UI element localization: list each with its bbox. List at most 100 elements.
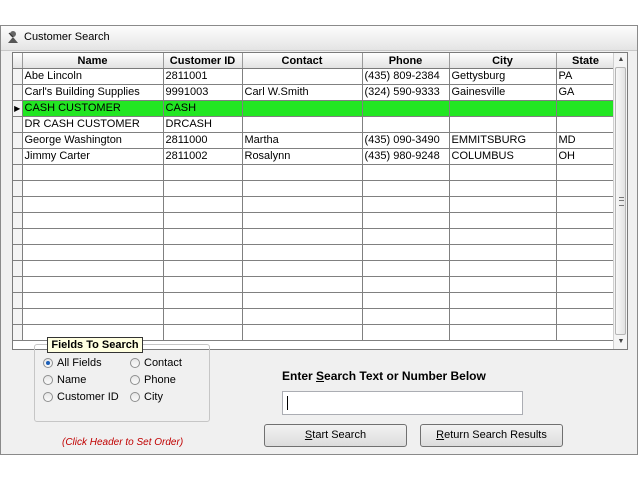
scroll-up-arrow-icon[interactable]: ▲ — [614, 53, 627, 67]
cell-city[interactable] — [449, 116, 557, 133]
cell-contact[interactable] — [242, 180, 363, 197]
cell-name[interactable] — [22, 212, 164, 229]
cell-phone[interactable] — [362, 180, 450, 197]
cell-phone[interactable] — [362, 260, 450, 277]
search-input[interactable] — [282, 391, 523, 415]
cell-name[interactable] — [22, 260, 164, 277]
radio-customer-id[interactable]: Customer ID — [43, 390, 119, 404]
cell-customer-id[interactable] — [163, 196, 243, 213]
cell-customer-id[interactable] — [163, 292, 243, 309]
current-row-indicator-icon[interactable]: ▶ — [13, 100, 23, 117]
scroll-down-arrow-icon[interactable]: ▼ — [614, 335, 627, 349]
cell-city[interactable] — [449, 308, 557, 325]
table-row[interactable]: ▶ CASH CUSTOMER CASH — [13, 100, 616, 117]
radio-all-fields[interactable]: All Fields — [43, 356, 102, 370]
table-row[interactable]: Abe Lincoln 2811001 (435) 809-2384 Gettysbu… — [13, 68, 616, 85]
table-row[interactable]: DR CASH CUSTOMER DRCASH — [13, 116, 616, 133]
scrollbar-thumb[interactable] — [615, 67, 626, 335]
empty-row[interactable] — [13, 180, 616, 197]
cell-city[interactable] — [449, 324, 557, 341]
cell-customer-id[interactable] — [163, 180, 243, 197]
cell-phone[interactable] — [362, 324, 450, 341]
row-indicator[interactable] — [13, 308, 23, 325]
radio-contact[interactable]: Contact — [130, 356, 182, 370]
cell-contact[interactable] — [242, 164, 363, 181]
cell-name[interactable] — [22, 244, 164, 261]
radio-phone[interactable]: Phone — [130, 373, 176, 387]
cell-state[interactable] — [556, 100, 616, 117]
cell-contact[interactable] — [242, 324, 363, 341]
customer-grid[interactable]: Name Customer ID Contact Phone City Stat… — [12, 52, 628, 350]
cell-customer-id[interactable]: DRCASH — [163, 116, 243, 133]
cell-contact[interactable]: Rosalynn — [242, 148, 363, 165]
cell-name[interactable] — [22, 164, 164, 181]
column-header-customer-id[interactable]: Customer ID — [163, 53, 243, 69]
cell-state[interactable]: GA — [556, 84, 616, 101]
radio-city[interactable]: City — [130, 390, 163, 404]
cell-city[interactable] — [449, 212, 557, 229]
cell-name[interactable] — [22, 308, 164, 325]
cell-name[interactable]: CASH CUSTOMER — [22, 100, 164, 117]
cell-contact[interactable] — [242, 260, 363, 277]
radio-name[interactable]: Name — [43, 373, 86, 387]
cell-name[interactable]: Carl's Building Supplies — [22, 84, 164, 101]
cell-name[interactable]: Abe Lincoln — [22, 68, 164, 85]
cell-city[interactable] — [449, 196, 557, 213]
cell-city[interactable] — [449, 164, 557, 181]
cell-contact[interactable] — [242, 212, 363, 229]
column-header-phone[interactable]: Phone — [362, 53, 450, 69]
row-indicator[interactable] — [13, 68, 23, 85]
cell-state[interactable] — [556, 308, 616, 325]
cell-state[interactable]: MD — [556, 132, 616, 149]
cell-customer-id[interactable] — [163, 308, 243, 325]
row-indicator[interactable] — [13, 276, 23, 293]
table-row[interactable]: Carl's Building Supplies 9991003 Carl W.Sm… — [13, 84, 616, 101]
row-indicator[interactable] — [13, 180, 23, 197]
cell-customer-id[interactable]: 2811000 — [163, 132, 243, 149]
cell-state[interactable] — [556, 324, 616, 341]
row-indicator[interactable] — [13, 324, 23, 341]
cell-contact[interactable] — [242, 228, 363, 245]
empty-row[interactable] — [13, 244, 616, 261]
row-indicator[interactable] — [13, 244, 23, 261]
empty-row[interactable] — [13, 196, 616, 213]
empty-row[interactable] — [13, 308, 616, 325]
cell-phone[interactable] — [362, 292, 450, 309]
cell-city[interactable]: Gainesville — [449, 84, 557, 101]
cell-city[interactable]: COLUMBUS — [449, 148, 557, 165]
cell-phone[interactable]: (435) 090-3490 — [362, 132, 450, 149]
cell-name[interactable]: Jimmy Carter — [22, 148, 164, 165]
cell-customer-id[interactable]: 9991003 — [163, 84, 243, 101]
cell-state[interactable] — [556, 164, 616, 181]
cell-city[interactable] — [449, 228, 557, 245]
cell-city[interactable]: EMMITSBURG — [449, 132, 557, 149]
row-indicator[interactable] — [13, 196, 23, 213]
cell-city[interactable] — [449, 100, 557, 117]
cell-phone[interactable]: (324) 590-9333 — [362, 84, 450, 101]
cell-contact[interactable] — [242, 100, 363, 117]
empty-row[interactable] — [13, 164, 616, 181]
cell-state[interactable] — [556, 228, 616, 245]
cell-state[interactable] — [556, 196, 616, 213]
row-indicator[interactable] — [13, 148, 23, 165]
cell-phone[interactable] — [362, 212, 450, 229]
cell-contact[interactable] — [242, 196, 363, 213]
cell-state[interactable] — [556, 260, 616, 277]
table-row[interactable]: George Washington 2811000 Martha (435) 090-… — [13, 132, 616, 149]
return-search-results-button[interactable]: Return Search Results — [420, 424, 563, 447]
cell-name[interactable] — [22, 180, 164, 197]
cell-name[interactable]: George Washington — [22, 132, 164, 149]
cell-name[interactable] — [22, 228, 164, 245]
row-indicator[interactable] — [13, 228, 23, 245]
cell-contact[interactable] — [242, 244, 363, 261]
empty-row[interactable] — [13, 260, 616, 277]
column-header-city[interactable]: City — [449, 53, 557, 69]
row-indicator[interactable] — [13, 292, 23, 309]
cell-customer-id[interactable] — [163, 260, 243, 277]
cell-name[interactable]: DR CASH CUSTOMER — [22, 116, 164, 133]
cell-phone[interactable] — [362, 116, 450, 133]
cell-state[interactable] — [556, 212, 616, 229]
cell-phone[interactable] — [362, 244, 450, 261]
table-row[interactable]: Jimmy Carter 2811002 Rosalynn (435) 980-924… — [13, 148, 616, 165]
cell-phone[interactable] — [362, 228, 450, 245]
